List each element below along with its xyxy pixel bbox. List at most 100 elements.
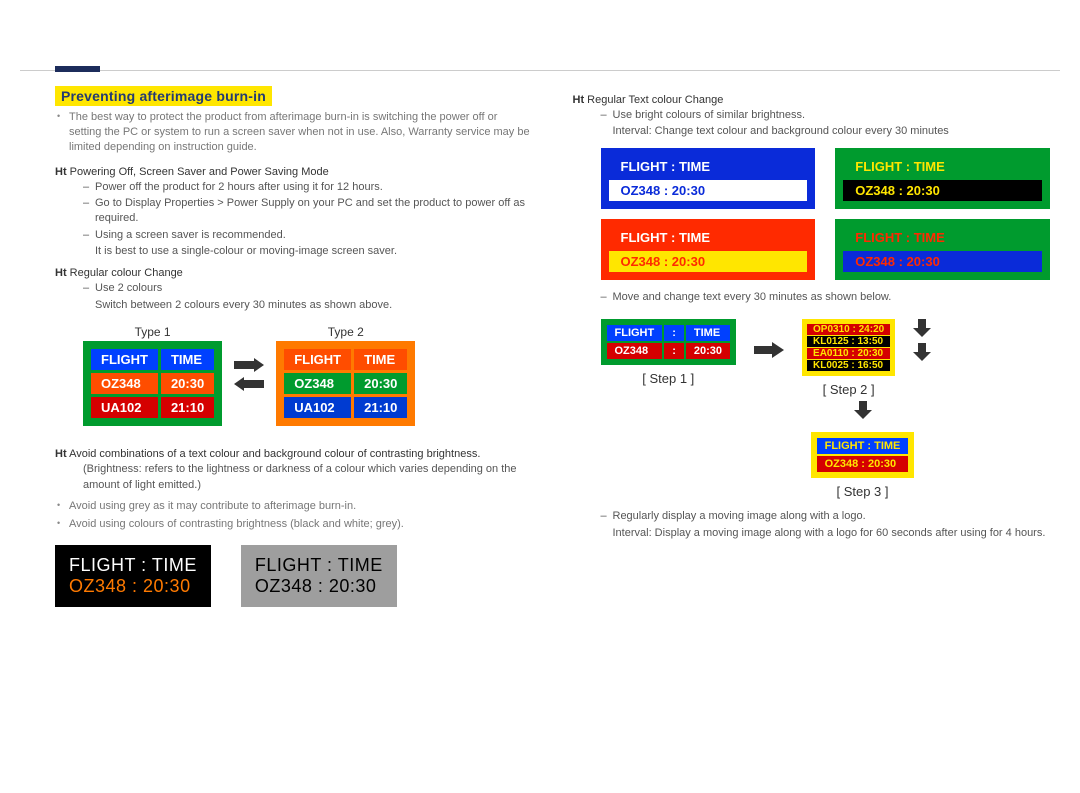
ht3-note: (Brightness: refers to the lightness or … (83, 462, 533, 493)
grey-box: FLIGHT : TIME OZ348 : 20:30 (241, 545, 397, 607)
ht4-a: Use bright colours of similar brightness… (601, 108, 1051, 123)
type2-table: FLIGHTTIME OZ34820:30 UA10221:10 (276, 341, 415, 426)
step2-label: [ Step 2 ] (823, 382, 875, 397)
ht3-label: Ht (55, 448, 67, 460)
section-title: Preventing afterimage burn-in (55, 86, 272, 106)
s1-h2: TIME (686, 325, 730, 341)
t1-h1: FLIGHT (91, 349, 158, 370)
t2-r1c2: 20:30 (354, 373, 407, 394)
arrow-down-icon (913, 343, 931, 364)
ht2-sub: Use 2 colours Switch between 2 colours e… (83, 281, 533, 313)
ht2-item-a-note: Switch between 2 colours every 30 minute… (83, 298, 533, 313)
step3-table: FLIGHT : TIME OZ348 : 20:30 (811, 432, 915, 478)
ht2-block: Ht Regular colour Change Use 2 colours S… (55, 259, 533, 313)
tile-green: FLIGHT : TIME OZ348 : 20:30 (835, 148, 1050, 209)
s1-r2: 20:30 (686, 343, 730, 359)
step3-box: FLIGHT : TIME OZ348 : 20:30 [ Step 3 ] (773, 432, 953, 499)
t1-r2c1: UA102 (91, 397, 158, 418)
ht1-item-a: Power off the product for 2 hours after … (83, 180, 533, 195)
arrow-down-icon (913, 319, 931, 340)
tile-greenb: FLIGHT : TIME OZ348 : 20:30 (835, 219, 1050, 280)
tile-red: FLIGHT : TIME OZ348 : 20:30 (601, 219, 816, 280)
tile-greenb-r: OZ348 : 20:30 (843, 251, 1042, 272)
step2-box: OP0310 : 24:20 KL0125 : 13:50 EA0110 : 2… (802, 319, 895, 397)
ht2-item-a: Use 2 colours (83, 281, 533, 296)
tile-blue: FLIGHT : TIME OZ348 : 20:30 (601, 148, 816, 209)
ht4-c: Regularly display a moving image along w… (601, 509, 1051, 524)
tile-blue-h: FLIGHT : TIME (609, 156, 808, 177)
ht4-c-note: Interval: Display a moving image along w… (601, 526, 1051, 541)
step1-label: [ Step 1 ] (642, 371, 694, 386)
type2-label: Type 2 (276, 325, 415, 339)
ht1-sub: Power off the product for 2 hours after … (83, 180, 533, 260)
type1-group: Type 1 FLIGHTTIME OZ34820:30 UA10221:10 (83, 325, 222, 426)
t1-r1c2: 20:30 (161, 373, 214, 394)
s2-d: KL0025 : 16:50 (807, 360, 890, 371)
type2-group: Type 2 FLIGHTTIME OZ34820:30 UA10221:10 (276, 325, 415, 426)
arrow-right-icon (234, 358, 264, 375)
ht4-sub-b: Move and change text every 30 minutes as… (601, 290, 1051, 305)
s2-a: OP0310 : 24:20 (807, 324, 890, 335)
tile-red-r: OZ348 : 20:30 (609, 251, 808, 272)
colour-tiles-grid: FLIGHT : TIME OZ348 : 20:30 FLIGHT : TIM… (601, 148, 1051, 280)
t2-r2c2: 21:10 (354, 397, 407, 418)
type1-label: Type 1 (83, 325, 222, 339)
s3-r: OZ348 : 20:30 (817, 456, 909, 472)
ht3-sub: (Brightness: refers to the lightness or … (83, 462, 533, 493)
t1-r2c2: 21:10 (161, 397, 214, 418)
arrow-right-icon (754, 349, 784, 361)
tile-red-h: FLIGHT : TIME (609, 227, 808, 248)
step2-table: OP0310 : 24:20 KL0125 : 13:50 EA0110 : 2… (802, 319, 895, 376)
type1-table: FLIGHTTIME OZ34820:30 UA10221:10 (83, 341, 222, 426)
header-accent-block (55, 66, 100, 72)
swap-arrows (234, 358, 264, 394)
ht1-item-b: Go to Display Properties > Power Supply … (83, 196, 533, 227)
ht4-label: Ht (573, 94, 585, 106)
s1-rsep: : (664, 343, 684, 359)
right-column: Ht Regular Text colour Change Use bright… (573, 86, 1051, 607)
ht4-title: Regular Text colour Change (587, 94, 723, 106)
avoid1: Avoid using grey as it may contribute to… (55, 499, 533, 514)
tile-greenb-h: FLIGHT : TIME (843, 227, 1042, 248)
s2-c: EA0110 : 20:30 (807, 348, 890, 359)
grey-box-l2: OZ348 : 20:30 (255, 576, 383, 597)
t1-r1c1: OZ348 (91, 373, 158, 394)
step-arrow-right (754, 342, 784, 361)
step1-table: FLIGHT:TIME OZ348:20:30 (601, 319, 737, 365)
ht1-label: Ht (55, 166, 67, 178)
ht4-b: Move and change text every 30 minutes as… (601, 290, 1051, 305)
contrast-boxes: FLIGHT : TIME OZ348 : 20:30 FLIGHT : TIM… (55, 535, 533, 607)
intro-list: The best way to protect the product from… (55, 110, 533, 155)
black-box: FLIGHT : TIME OZ348 : 20:30 (55, 545, 211, 607)
s1-r1: OZ348 (607, 343, 663, 359)
step-arrows-down (913, 319, 931, 364)
ht4-sub-c: Regularly display a moving image along w… (601, 509, 1051, 541)
black-box-l1: FLIGHT : TIME (69, 555, 197, 576)
grey-box-l1: FLIGHT : TIME (255, 555, 383, 576)
avoid-list: Avoid using grey as it may contribute to… (55, 499, 533, 532)
t2-r2c1: UA102 (284, 397, 351, 418)
t2-h1: FLIGHT (284, 349, 351, 370)
content-columns: Preventing afterimage burn-in The best w… (0, 71, 1080, 607)
left-column: Preventing afterimage burn-in The best w… (55, 86, 533, 607)
t1-h2: TIME (161, 349, 214, 370)
s2-b: KL0125 : 13:50 (807, 336, 890, 347)
s1-h1: FLIGHT (607, 325, 663, 341)
t2-r1c1: OZ348 (284, 373, 351, 394)
ht1-item-c: Using a screen saver is recommended. (83, 228, 533, 243)
s1-hsep: : (664, 325, 684, 341)
ht4-sub-a: Use bright colours of similar brightness… (601, 108, 1051, 140)
arrow-left-icon (234, 377, 264, 394)
avoid2: Avoid using colours of contrasting brigh… (55, 517, 533, 532)
ht2-label: Ht (55, 267, 67, 279)
ht4-block: Ht Regular Text colour Change Use bright… (573, 86, 1051, 140)
header-rule (20, 30, 1060, 71)
ht3-block: Ht Avoid combinations of a text colour a… (55, 440, 533, 493)
s3-h: FLIGHT : TIME (817, 438, 909, 454)
step2-to-step3-arrow (773, 401, 953, 422)
ht2-title: Regular colour Change (70, 267, 183, 279)
intro-text: The best way to protect the product from… (55, 110, 533, 155)
tile-green-h: FLIGHT : TIME (843, 156, 1042, 177)
black-box-l2: OZ348 : 20:30 (69, 576, 197, 597)
tile-green-r: OZ348 : 20:30 (843, 180, 1042, 201)
